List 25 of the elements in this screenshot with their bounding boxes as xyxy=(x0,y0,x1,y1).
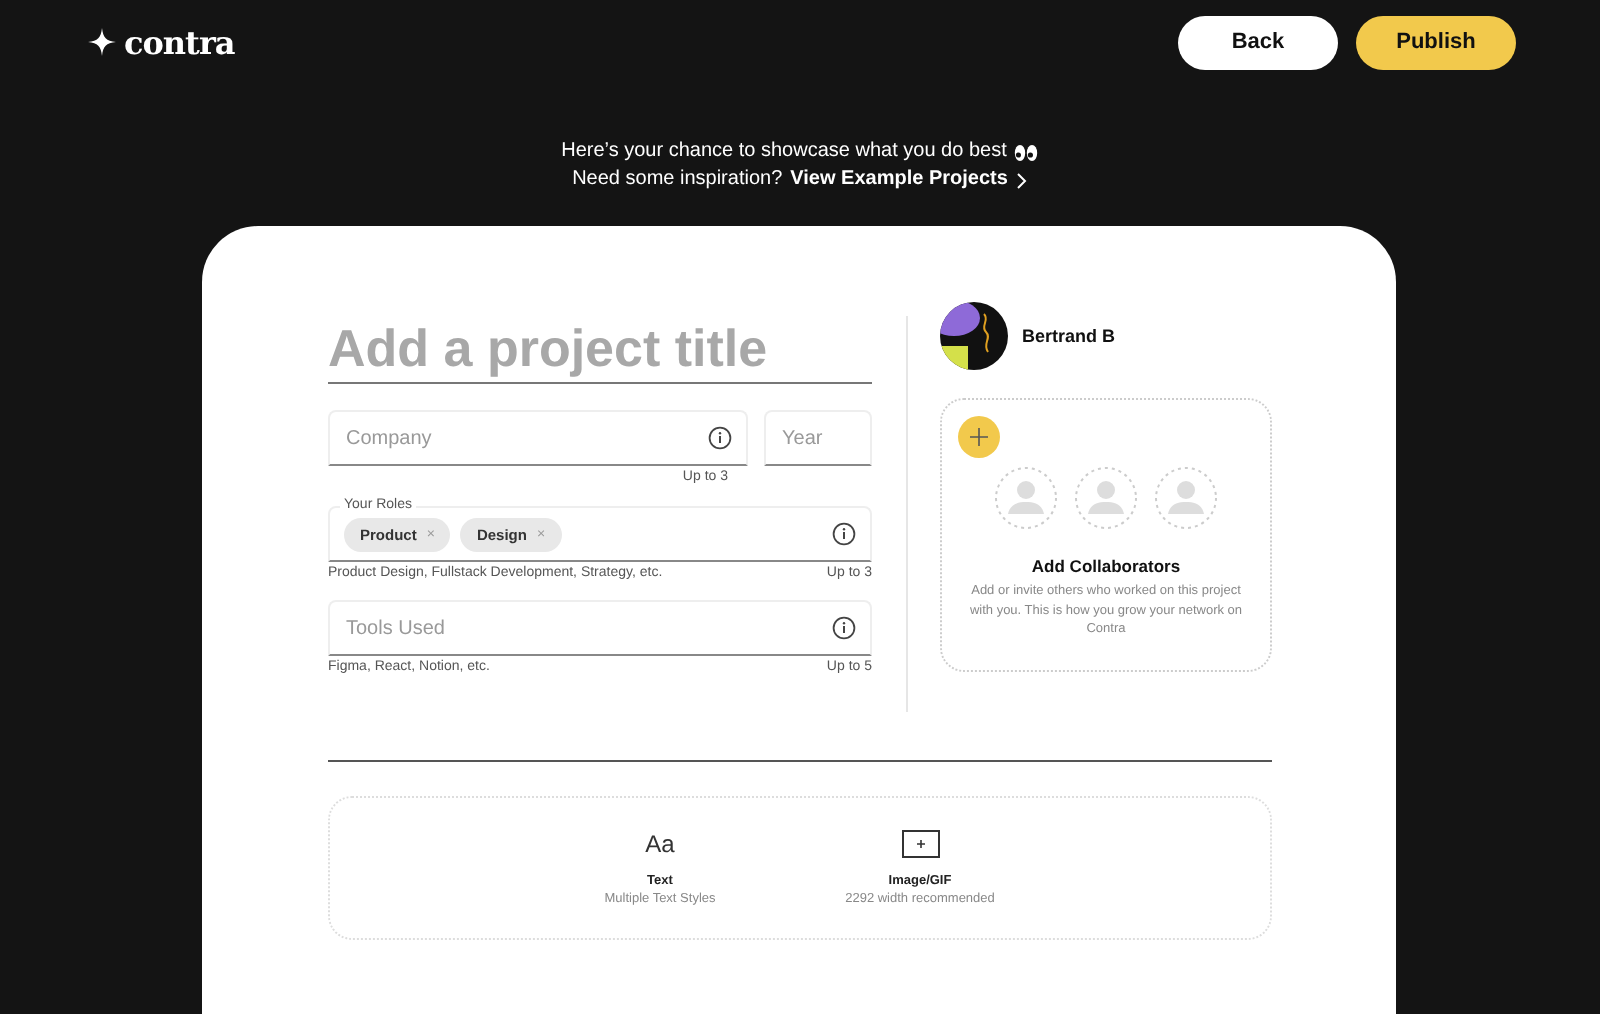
year-field[interactable]: Year xyxy=(764,410,872,466)
info-icon[interactable] xyxy=(832,522,856,546)
collaborators-title: Add Collaborators xyxy=(1031,556,1181,576)
person-placeholder-icon xyxy=(1154,466,1218,530)
add-collaborator-button[interactable] xyxy=(958,416,1000,458)
publish-button[interactable]: Publish xyxy=(1356,15,1516,69)
avatar-drawing xyxy=(940,302,1008,370)
back-button[interactable]: Back xyxy=(1178,15,1338,69)
text-block-icon[interactable]: Aa xyxy=(645,830,675,866)
info-icon[interactable] xyxy=(708,426,732,450)
plus-icon xyxy=(970,428,988,446)
company-field[interactable]: Company xyxy=(328,410,748,466)
person-placeholder-icon xyxy=(1074,466,1138,530)
sparkle-icon xyxy=(88,28,116,56)
eyes-icon xyxy=(1014,143,1039,161)
tools-field[interactable]: Tools Used xyxy=(328,600,872,656)
person-placeholder-icon xyxy=(994,466,1058,530)
intro-text: Here’s your chance to showcase what you do best xyxy=(561,140,1007,164)
chevron-right-icon[interactable] xyxy=(1015,171,1028,189)
info-icon[interactable] xyxy=(832,616,856,640)
inspiration-text: Need some inspiration? xyxy=(572,168,783,192)
logo-wordmark[interactable]: contra xyxy=(124,23,235,61)
profile-name: Bertrand B xyxy=(1022,326,1116,346)
image-add-icon[interactable] xyxy=(901,830,939,858)
example-projects-link[interactable]: View Example Projects xyxy=(790,168,1008,192)
